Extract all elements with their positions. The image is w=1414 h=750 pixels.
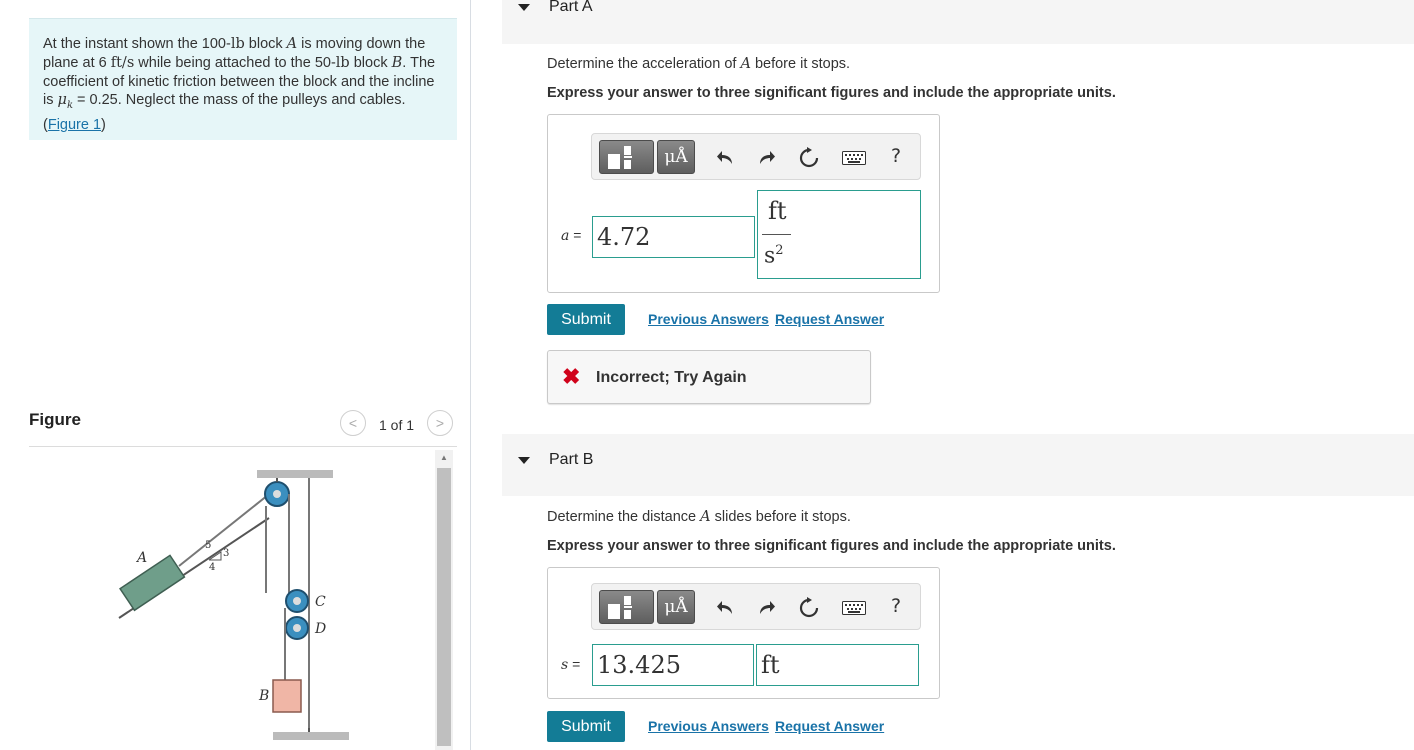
part-b-value-input[interactable]: 13.425 [592, 644, 754, 686]
figure-prev-button[interactable]: < [340, 410, 366, 436]
top-pulley-hub [273, 490, 281, 498]
part-a-question-var: A [740, 56, 751, 72]
chevron-left-icon: < [348, 415, 358, 431]
part-b-previous-answers-link[interactable]: Previous Answers [648, 718, 769, 734]
units-button[interactable]: μÅ [657, 140, 695, 174]
help-icon[interactable]: ? [891, 145, 901, 167]
part-a-toolbar: μÅ ? [591, 133, 921, 180]
problem-text-2: block [244, 36, 287, 52]
part-b-variable-label: s = [561, 656, 580, 673]
figure-next-button[interactable]: > [427, 410, 453, 436]
part-a-question-text-end: before it stops. [750, 56, 851, 72]
figure-link[interactable]: Figure 1 [48, 117, 101, 133]
part-b-request-answer-link[interactable]: Request Answer [775, 718, 884, 734]
problem-text-8: ) [101, 117, 106, 134]
part-b-question: Determine the distance A slides before i… [547, 509, 851, 525]
unit-ft-per-s: ft/s [110, 54, 135, 71]
block-b [272, 679, 302, 713]
part-b-instruction: Express your answer to three significant… [547, 538, 1116, 554]
floor-support [273, 732, 349, 740]
caret-down-icon [518, 4, 530, 11]
part-a-unit-input[interactable]: ft s2 [757, 190, 921, 279]
pulley-c-hub [293, 597, 301, 605]
part-a-instruction: Express your answer to three significant… [547, 85, 1116, 101]
part-a-title: Part A [549, 0, 593, 15]
problem-text-5: block [349, 54, 392, 71]
label-slope-5: 5 [205, 540, 211, 551]
figure-title: Figure [29, 410, 81, 429]
part-a-request-answer-link[interactable]: Request Answer [775, 311, 884, 327]
part-b-answer-box: μÅ ? s = 13.425 ft [547, 567, 940, 699]
part-a-answer-box: μÅ ? a = 4.72 ft s2 [547, 114, 940, 293]
pulley-diagram: A 5 3 4 C D B [118, 470, 349, 740]
block-a [119, 554, 186, 612]
part-b-unit-input[interactable]: ft [756, 644, 919, 686]
scroll-thumb[interactable] [437, 468, 451, 746]
part-b-toolbar: μÅ ? [591, 583, 921, 630]
keyboard-icon[interactable] [841, 146, 867, 170]
part-b-submit-button[interactable]: Submit [547, 711, 625, 742]
part-b-header[interactable]: Part B [502, 434, 1414, 496]
part-a-submit-button[interactable]: Submit [547, 304, 625, 335]
undo-icon[interactable] [713, 146, 737, 170]
part-a-value-input[interactable]: 4.72 [592, 216, 755, 258]
part-a-header[interactable]: Part A [502, 0, 1414, 44]
label-b: B [258, 688, 269, 704]
problem-statement: At the instant shown the 100-lb block A … [29, 18, 457, 140]
label-d: D [314, 621, 326, 637]
unit-denominator: s2 [764, 243, 784, 269]
caret-down-icon [518, 457, 530, 464]
part-a-feedback: ✖ Incorrect; Try Again [547, 350, 871, 404]
chevron-right-icon: > [435, 415, 445, 431]
part-a-question-text: Determine the acceleration of [547, 56, 741, 72]
label-slope-4: 4 [209, 562, 215, 573]
part-b-question-var: A [700, 509, 711, 525]
figure-header: Figure < 1 of 1 > [29, 407, 457, 447]
part-b-question-text-end: slides before it stops. [710, 509, 851, 525]
unit-numerator: ft [768, 197, 787, 225]
part-a-question: Determine the acceleration of A before i… [547, 56, 850, 72]
templates-button[interactable] [599, 140, 654, 174]
label-c: C [315, 594, 326, 610]
part-a-variable-label: a = [561, 227, 581, 244]
units-button[interactable]: μÅ [657, 590, 695, 624]
error-x-icon: ✖ [562, 364, 581, 389]
problem-text-1: At the instant shown the 100- [43, 36, 231, 52]
scroll-up-arrow-icon[interactable]: ▲ [435, 450, 453, 466]
part-b-equals: = [568, 656, 581, 672]
part-b-title: Part B [549, 451, 594, 468]
feedback-text: Incorrect; Try Again [596, 369, 747, 386]
part-a-previous-answers-link[interactable]: Previous Answers [648, 311, 769, 327]
var-mu: μ [57, 92, 67, 109]
reset-icon[interactable] [797, 146, 821, 170]
keyboard-icon[interactable] [841, 596, 867, 620]
part-b-question-text: Determine the distance [547, 509, 701, 525]
reset-icon[interactable] [797, 596, 821, 620]
fraction-bar [762, 234, 791, 235]
templates-button[interactable] [599, 590, 654, 624]
var-A: A [286, 36, 298, 52]
unit-lb: lb [230, 36, 245, 52]
label-a: A [135, 550, 147, 566]
ceiling-support [257, 470, 333, 478]
var-B: B [391, 54, 403, 71]
redo-icon[interactable] [755, 146, 779, 170]
problem-text-4: while being attached to the 50- [134, 54, 336, 71]
label-slope-3: 3 [223, 548, 229, 559]
pulley-d-hub [293, 624, 301, 632]
column-divider [470, 0, 471, 750]
figure-canvas: A 5 3 4 C D B [29, 448, 457, 750]
undo-icon[interactable] [713, 596, 737, 620]
figure-scrollbar[interactable]: ▲ [435, 450, 453, 750]
unit-lb-2: lb [335, 54, 350, 71]
help-icon[interactable]: ? [891, 595, 901, 617]
part-a-equals: = [569, 227, 582, 243]
figure-count: 1 of 1 [379, 417, 415, 433]
redo-icon[interactable] [755, 596, 779, 620]
